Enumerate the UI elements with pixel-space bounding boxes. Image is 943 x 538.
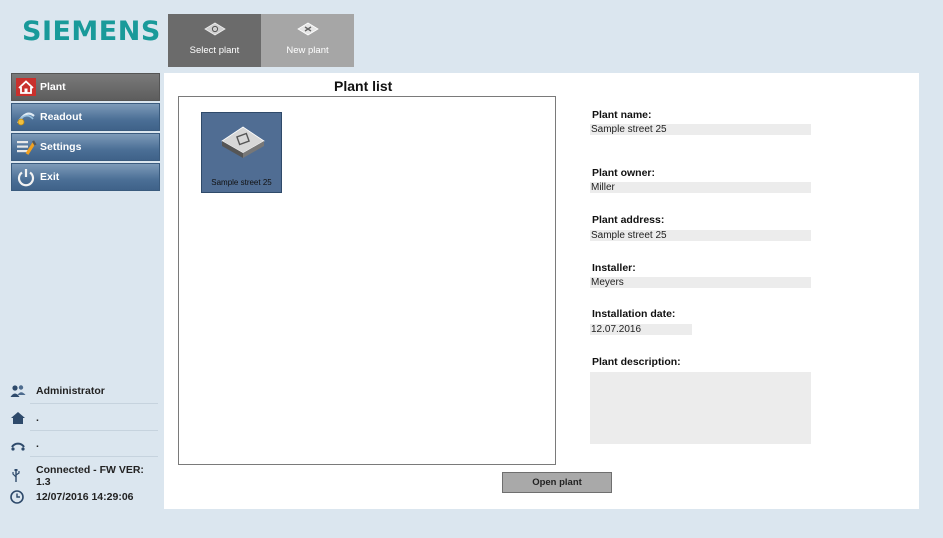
select-plant-icon (203, 22, 226, 36)
nav-item-label: Exit (40, 171, 60, 183)
users-icon (10, 385, 26, 397)
status-user: Administrator (10, 384, 160, 398)
house-icon (11, 412, 25, 424)
nav-item-plant[interactable]: Plant (11, 73, 160, 101)
installer-label: Installer: (592, 262, 636, 274)
status-connection: Connected - FW VER: 1.3 (10, 464, 160, 488)
plant-name-label: Plant name: (592, 109, 652, 121)
status-meter: . (10, 437, 160, 451)
plant-icon (221, 126, 265, 158)
nav-item-readout[interactable]: Readout (11, 103, 160, 131)
house-icon (16, 78, 36, 96)
status-plant: . (10, 411, 160, 425)
installation-date-label: Installation date: (592, 308, 676, 320)
status-divider (30, 430, 158, 431)
current-plant: . (36, 412, 39, 424)
status-datetime: 12/07/2016 14:29:06 (10, 490, 160, 504)
plant-tile[interactable]: Sample street 25 (201, 112, 282, 193)
nav-item-label: Settings (40, 141, 82, 153)
date-time: 12/07/2016 14:29:06 (36, 491, 134, 503)
open-plant-button[interactable]: Open plant (502, 472, 612, 493)
plant-description-label: Plant description: (592, 356, 681, 368)
nav-item-label: Readout (40, 111, 82, 123)
new-plant-button[interactable]: New plant (261, 14, 354, 67)
plant-owner-field[interactable]: Miller (590, 182, 811, 193)
installation-date-field[interactable]: 12.07.2016 (590, 324, 692, 335)
plant-description-field[interactable] (590, 372, 811, 444)
sidebar-nav: Plant Readout Settings Exit (11, 73, 160, 193)
nav-item-label: Plant (40, 81, 66, 93)
installer-field[interactable]: Meyers (590, 277, 811, 288)
new-plant-icon (296, 22, 319, 36)
main-panel: Plant list Sample street 25 Open plant P… (164, 73, 919, 509)
status-divider (30, 403, 158, 404)
plant-tile-label: Sample street 25 (211, 178, 272, 187)
nav-item-exit[interactable]: Exit (11, 163, 160, 191)
new-plant-label: New plant (286, 45, 329, 56)
signal-icon (11, 442, 25, 451)
power-icon (17, 169, 35, 187)
clock-icon (10, 490, 24, 504)
user-name: Administrator (36, 385, 105, 397)
readout-icon (17, 112, 35, 126)
select-plant-label: Select plant (189, 45, 240, 56)
plant-owner-label: Plant owner: (592, 167, 656, 179)
plant-list-title: Plant list (334, 78, 393, 94)
nav-item-settings[interactable]: Settings (11, 133, 160, 161)
current-meter: . (36, 438, 39, 450)
usb-icon (12, 469, 20, 482)
plant-address-label: Plant address: (592, 214, 665, 226)
top-toolbar: Select plant New plant (168, 14, 354, 67)
siemens-logo: SIEMENS (22, 16, 161, 47)
connection-status: Connected - FW VER: 1.3 (36, 464, 144, 488)
status-divider (30, 456, 158, 457)
plant-address-field[interactable]: Sample street 25 (590, 230, 811, 241)
settings-icon (17, 140, 37, 155)
plant-list: Sample street 25 (178, 96, 556, 465)
select-plant-button[interactable]: Select plant (168, 14, 261, 67)
plant-name-field[interactable]: Sample street 25 (590, 124, 811, 135)
